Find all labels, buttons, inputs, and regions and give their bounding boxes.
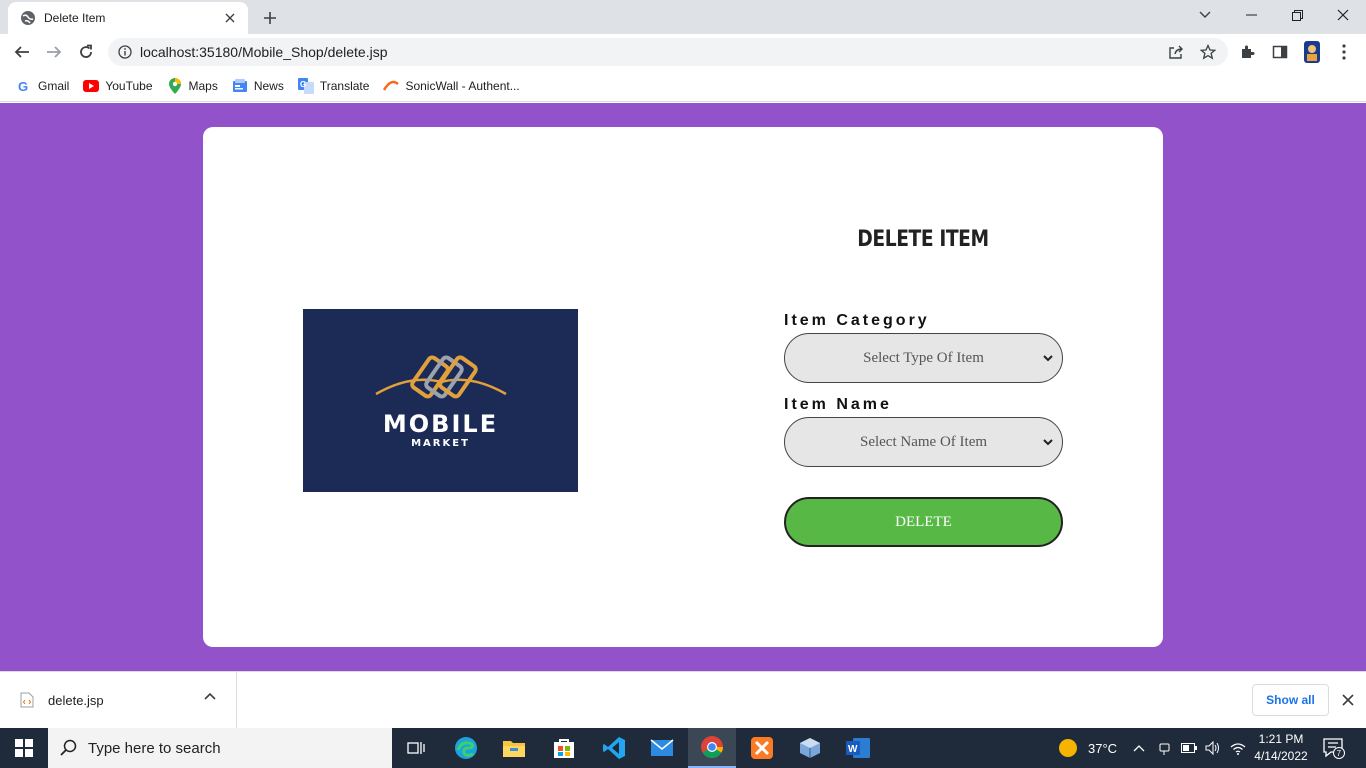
extensions-icon[interactable] xyxy=(1234,38,1262,66)
clock-date: 4/14/2022 xyxy=(1254,749,1308,763)
svg-text:G: G xyxy=(18,79,28,93)
sonicwall-icon xyxy=(383,78,400,94)
wifi-icon[interactable] xyxy=(1230,728,1246,768)
delete-button[interactable]: DELETE xyxy=(784,497,1063,547)
url-text: localhost:35180/Mobile_Shop/delete.jsp xyxy=(140,44,388,60)
item-category-value: Select Type Of Item xyxy=(863,349,984,366)
translate-icon: G xyxy=(297,77,314,94)
youtube-icon xyxy=(83,78,100,94)
meet-now-icon[interactable] xyxy=(1158,728,1172,768)
forward-button[interactable] xyxy=(40,38,68,66)
news-icon xyxy=(232,78,248,94)
store-icon[interactable] xyxy=(540,728,588,768)
notifications-icon[interactable]: 7 xyxy=(1322,728,1346,768)
browser-tab[interactable]: Delete Item xyxy=(8,2,248,34)
logo-word: MOBILE xyxy=(382,410,499,438)
profile-avatar[interactable] xyxy=(1298,38,1326,66)
bookmark-translate[interactable]: G Translate xyxy=(292,73,378,99)
page-title: DELETE ITEM xyxy=(857,227,989,252)
browser-toolbar: localhost:35180/Mobile_Shop/delete.jsp xyxy=(0,34,1366,70)
close-tab-icon[interactable] xyxy=(222,10,238,26)
bookmark-gmail[interactable]: G Gmail xyxy=(10,73,77,99)
bookmark-sonicwall[interactable]: SonicWall - Authent... xyxy=(377,73,527,99)
item-name-select[interactable]: Select Name Of Item xyxy=(784,417,1063,467)
notification-count: 7 xyxy=(1337,749,1342,758)
download-bar: delete.jsp Show all xyxy=(0,671,1366,728)
menu-icon[interactable] xyxy=(1330,38,1358,66)
search-icon xyxy=(60,739,78,757)
chevron-up-icon[interactable] xyxy=(1133,728,1145,768)
taskbar-search[interactable]: Type here to search xyxy=(48,728,392,768)
globe-icon xyxy=(20,10,36,26)
phones-logo-icon xyxy=(374,355,507,399)
content-card: MOBILE MARKET DELETE ITEM Item Category … xyxy=(203,127,1163,647)
temperature: 37°C xyxy=(1088,740,1118,756)
show-all-button[interactable]: Show all xyxy=(1252,684,1329,716)
chevron-down-icon xyxy=(1042,352,1054,364)
restore-icon[interactable] xyxy=(1274,0,1320,30)
item-name-label: Item Name xyxy=(784,396,892,413)
reload-button[interactable] xyxy=(72,38,100,66)
virtualbox-icon[interactable] xyxy=(786,728,834,768)
side-panel-icon[interactable] xyxy=(1266,38,1294,66)
bookmark-star-icon[interactable] xyxy=(1200,44,1216,60)
windows-icon xyxy=(15,739,33,757)
tab-title: Delete Item xyxy=(44,11,106,25)
chevron-up-icon[interactable] xyxy=(204,692,220,708)
mail-icon[interactable] xyxy=(638,728,686,768)
maps-icon xyxy=(167,77,183,94)
search-placeholder: Type here to search xyxy=(88,739,221,757)
page-background: MOBILE MARKET DELETE ITEM Item Category … xyxy=(0,103,1366,671)
file-icon xyxy=(20,692,34,708)
item-category-label: Item Category xyxy=(784,312,930,329)
xampp-icon[interactable] xyxy=(738,728,786,768)
task-view-icon[interactable] xyxy=(392,728,440,768)
sun-icon xyxy=(1058,738,1078,758)
word-icon[interactable]: W xyxy=(834,728,882,768)
minimize-icon[interactable] xyxy=(1228,0,1274,30)
battery-icon[interactable] xyxy=(1181,728,1197,768)
item-category-select[interactable]: Select Type Of Item xyxy=(784,333,1063,383)
system-clock[interactable]: 1:21 PM 4/14/2022 xyxy=(1250,731,1312,765)
chrome-icon[interactable] xyxy=(688,728,736,768)
svg-text:G: G xyxy=(300,80,306,89)
gmail-icon: G xyxy=(16,78,32,94)
chevron-down-icon xyxy=(1042,436,1054,448)
bookmark-maps[interactable]: Maps xyxy=(161,73,226,99)
close-downloads-icon[interactable] xyxy=(1339,691,1357,709)
weather-widget[interactable]: 37°C xyxy=(1058,728,1117,768)
item-name-value: Select Name Of Item xyxy=(859,433,988,450)
address-bar[interactable]: localhost:35180/Mobile_Shop/delete.jsp xyxy=(108,38,1228,66)
volume-icon[interactable] xyxy=(1205,728,1221,768)
back-button[interactable] xyxy=(8,38,36,66)
clock-time: 1:21 PM xyxy=(1258,732,1304,746)
tab-strip: Delete Item xyxy=(0,0,1366,34)
close-window-icon[interactable] xyxy=(1320,0,1366,30)
new-tab-button[interactable] xyxy=(258,6,282,30)
mobile-market-logo: MOBILE MARKET xyxy=(303,309,578,492)
bookmarks-bar: G Gmail YouTube Maps News G Translate So… xyxy=(0,70,1366,102)
windows-taskbar: Type here to search W 37°C 1:21 PM 4/14/… xyxy=(0,728,1366,768)
bookmark-youtube[interactable]: YouTube xyxy=(77,73,160,99)
start-button[interactable] xyxy=(0,728,48,768)
share-icon[interactable] xyxy=(1168,44,1184,60)
vscode-icon[interactable] xyxy=(590,728,638,768)
file-explorer-icon[interactable] xyxy=(490,728,538,768)
logo-sub: MARKET xyxy=(411,438,470,449)
edge-icon[interactable] xyxy=(442,728,490,768)
download-filename: delete.jsp xyxy=(48,692,104,708)
svg-text:W: W xyxy=(848,744,858,755)
info-icon[interactable] xyxy=(118,45,132,59)
tab-search-icon[interactable] xyxy=(1182,0,1228,30)
bookmark-news[interactable]: News xyxy=(226,73,292,99)
download-item[interactable]: delete.jsp xyxy=(0,672,237,728)
